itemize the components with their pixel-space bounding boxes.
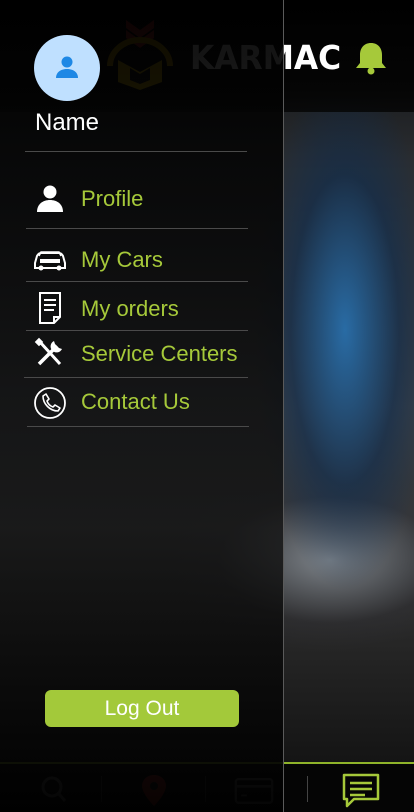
user-name: Name xyxy=(35,109,100,136)
menu-item-label: My orders xyxy=(81,296,179,321)
menu-item-label: My Cars xyxy=(81,247,163,272)
divider xyxy=(26,281,248,282)
menu-item-label: Service Centers xyxy=(81,341,238,366)
divider xyxy=(26,228,248,229)
phone-icon xyxy=(34,387,66,419)
menu-item-profile[interactable]: Profile xyxy=(26,176,248,220)
divider xyxy=(27,426,249,427)
menu-item-contact-us[interactable]: Contact Us xyxy=(26,379,248,423)
document-icon xyxy=(39,292,61,324)
menu-item-my-cars[interactable]: My Cars xyxy=(26,237,248,281)
chat-icon[interactable] xyxy=(341,772,381,808)
car-icon xyxy=(34,251,66,271)
avatar[interactable] xyxy=(34,35,100,101)
side-drawer: Name Profile My Cars My orders Service C… xyxy=(0,0,284,812)
person-icon xyxy=(56,56,78,78)
menu-item-my-orders[interactable]: My orders xyxy=(26,286,248,330)
nav-separator xyxy=(307,776,308,802)
menu-item-label: Contact Us xyxy=(81,389,190,414)
menu-item-service-centers[interactable]: Service Centers xyxy=(26,331,248,375)
divider xyxy=(24,377,248,378)
person-icon xyxy=(37,185,63,212)
bell-icon[interactable] xyxy=(354,40,388,76)
divider xyxy=(25,151,247,152)
tools-icon xyxy=(34,337,62,366)
logout-button[interactable]: Log Out xyxy=(45,690,239,727)
menu-item-label: Profile xyxy=(81,186,144,211)
